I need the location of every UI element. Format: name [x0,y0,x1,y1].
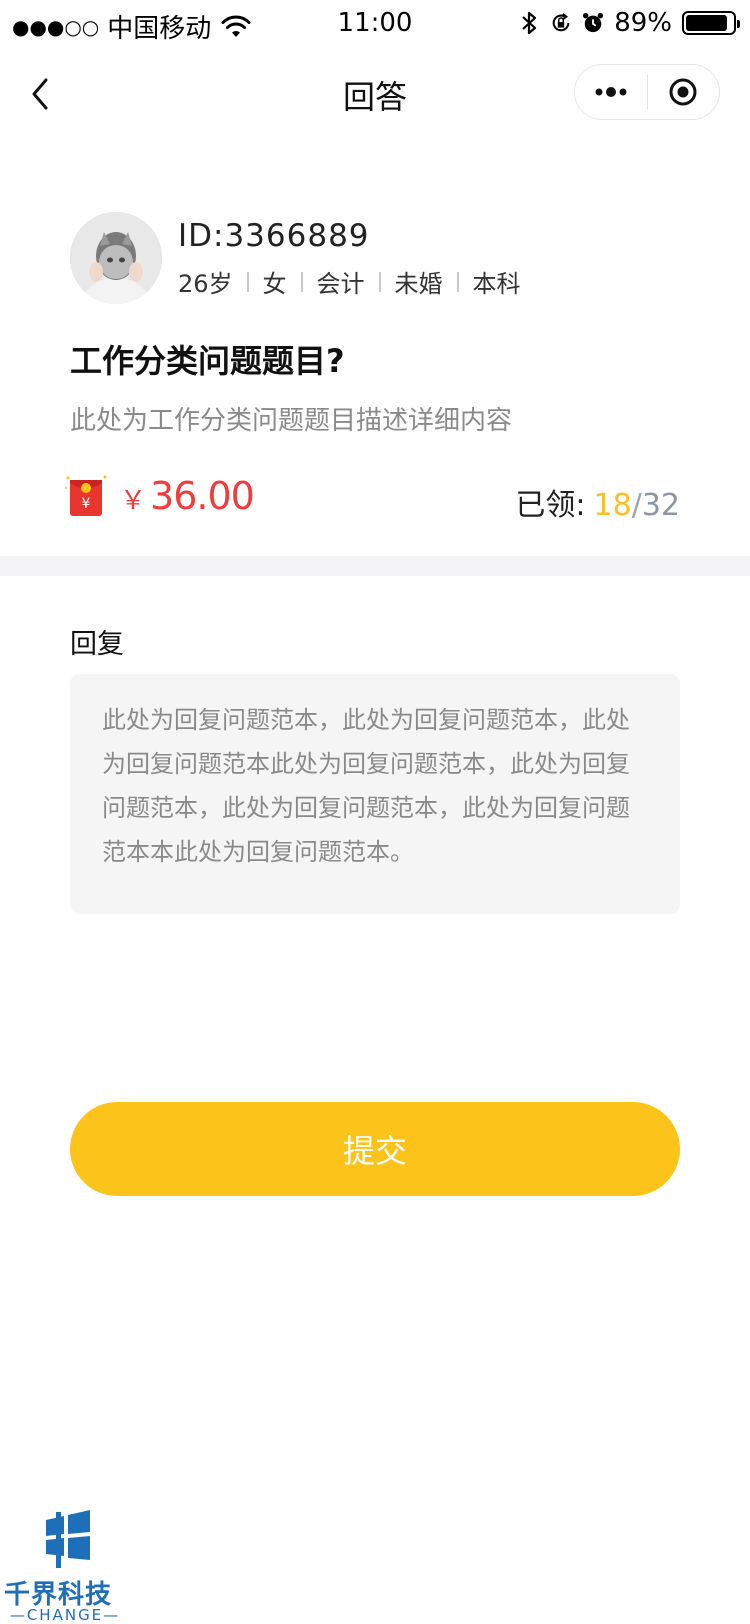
watermark-sub-text: CHANGE [26,1606,104,1624]
submit-button[interactable]: 提交 [70,1102,680,1196]
battery-percent: 89% [614,8,672,38]
reply-label: 回复 [70,629,124,660]
user-id: ID:3366889 [178,218,370,254]
more-icon [595,87,627,97]
rotation-lock-icon [552,13,570,32]
tag-separator [456,271,459,292]
bluetooth-icon [522,11,537,35]
currency-symbol: ￥ [120,486,147,516]
claimed-progress: 已领: 18 / 32 [515,480,680,524]
claimed-label: 已领: [515,488,586,523]
svg-text:¥: ¥ [82,496,91,512]
tag-marital: 未婚 [394,270,443,298]
battery-fill [686,15,727,31]
mini-program-capsule [574,64,720,120]
company-logo-icon [46,1510,90,1568]
tag-age: 26岁 [178,270,233,298]
reply-textarea[interactable]: 此处为回复问题范本，此处为回复问题范本，此处为回复问题范本此处为回复问题范本，此… [70,674,680,914]
alarm-icon [583,12,604,33]
back-button[interactable] [22,72,62,116]
battery-icon [682,11,740,35]
watermark-logo: 千界科技 —CHANGE— [4,1508,126,1624]
question-title: 工作分类问题题目? [70,342,345,380]
claimed-separator: / [631,488,642,523]
tag-occupation: 会计 [316,270,365,298]
status-bar: ●●●○○ 中国移动 11:00 89% [0,0,750,50]
carrier-name: 中国移动 [107,14,212,44]
question-description: 此处为工作分类问题题目描述详细内容 [70,406,513,436]
user-tags: 26岁 女 会计 未婚 本科 [178,264,521,299]
claimed-total: 32 [641,488,680,523]
tag-gender: 女 [262,270,287,298]
tag-separator [378,271,381,292]
tag-education: 本科 [472,270,521,298]
signal-strength: ●●●○○ [12,14,100,39]
nav-bar: 回答 [0,50,750,138]
more-button[interactable] [575,65,647,119]
reward-amount: ￥ 36.00 [120,474,255,518]
reward-value: 36.00 [150,474,255,518]
claimed-count: 18 [593,488,632,523]
tag-separator [300,271,303,292]
close-circle-icon [669,78,697,106]
section-divider [0,556,750,576]
avatar [70,212,162,304]
avatar-image [70,212,162,304]
watermark-sub: —CHANGE— [9,1606,121,1624]
tag-separator [246,271,249,292]
wifi-icon [221,15,251,37]
close-button[interactable] [648,65,720,119]
back-arrow-icon [32,78,48,110]
red-packet-icon: ¥ [65,475,107,516]
